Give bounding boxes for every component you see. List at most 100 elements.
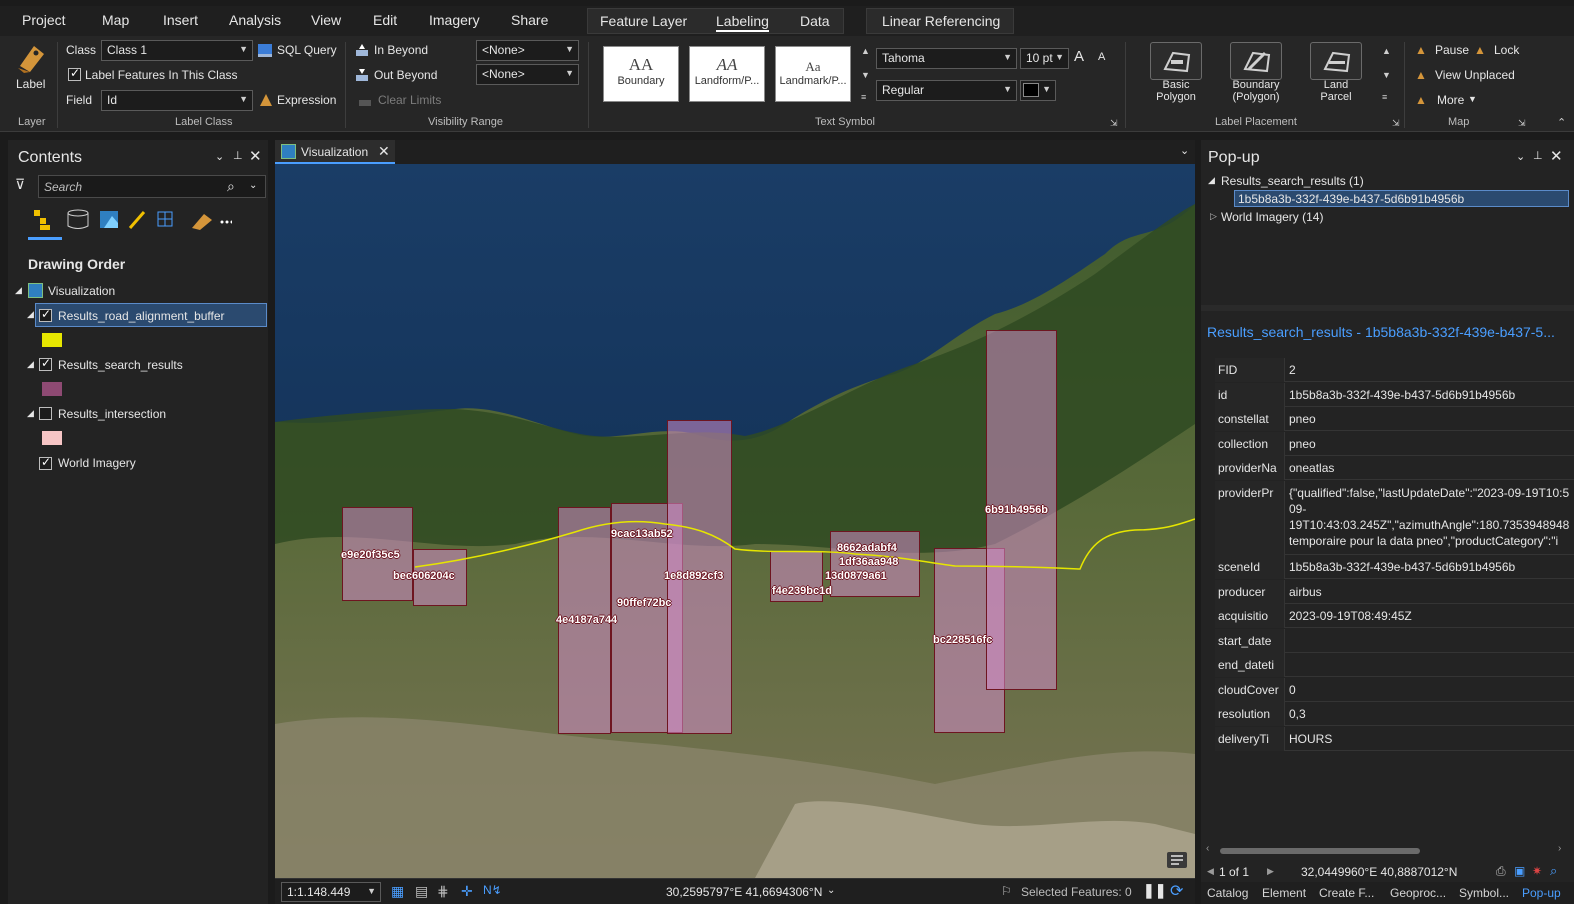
collapse-ribbon-icon[interactable]: ⌃ [1557, 116, 1566, 129]
label-features-checkbox[interactable] [68, 66, 81, 81]
collapse-icon[interactable]: ◢ [27, 408, 34, 419]
tab-imagery[interactable]: Imagery [429, 12, 480, 28]
layer-visibility-checkbox[interactable] [39, 356, 52, 371]
north-arrow-icon[interactable]: N↯ [483, 883, 502, 897]
tab-symbology[interactable]: Symbol... [1459, 886, 1509, 900]
tab-insert[interactable]: Insert [163, 12, 198, 28]
tab-data[interactable]: Data [800, 13, 830, 29]
out-beyond-button[interactable]: Out Beyond [374, 68, 437, 82]
tab-catalog[interactable]: Catalog [1207, 886, 1248, 900]
filter-icon[interactable]: ⊽ [15, 176, 25, 193]
layer-visibility-checkbox[interactable] [39, 407, 52, 420]
font-size-dropdown[interactable]: 10 pt ▼ [1020, 48, 1069, 69]
sql-query-button[interactable]: SQL Query [277, 43, 337, 57]
layer-name[interactable]: World Imagery [58, 456, 136, 470]
placement-up-icon[interactable]: ▲ [1382, 46, 1391, 56]
search-input[interactable]: Search ⌕ ⌄ [38, 175, 266, 198]
tab-element[interactable]: Element [1262, 886, 1306, 900]
popup-feature-row[interactable]: 1b5b8a3b-332f-439e-b437-5d6b91b4956b [1234, 190, 1569, 207]
popup-group-label[interactable]: World Imagery (14) [1221, 210, 1323, 224]
refresh-icon[interactable]: ⟳ [1170, 881, 1183, 901]
gallery-down-icon[interactable]: ▼ [861, 70, 870, 80]
layer-visibility-checkbox[interactable] [39, 455, 52, 470]
next-icon[interactable]: ▶ [1267, 866, 1274, 877]
more-button[interactable]: More [1437, 93, 1464, 107]
label-button[interactable]: Label [16, 77, 45, 91]
export-icon[interactable]: ▣ [1514, 864, 1525, 878]
layer-name[interactable]: Results_intersection [58, 407, 166, 421]
collapse-icon[interactable]: ◢ [1208, 175, 1215, 186]
collapse-icon[interactable]: ◢ [27, 309, 34, 320]
pause-drawing-icon[interactable]: ❚❚ [1143, 882, 1166, 899]
tab-create-features[interactable]: Create F... [1319, 886, 1374, 900]
field-dropdown[interactable]: Id ▼ [101, 90, 253, 111]
placement-expand-icon[interactable]: ≡ [1382, 92, 1387, 102]
close-icon[interactable]: ✕ [378, 143, 390, 160]
clear-limits-button[interactable]: Clear Limits [378, 93, 441, 107]
class-dropdown[interactable]: Class 1 ▼ [101, 40, 253, 61]
popup-group-label[interactable]: Results_search_results (1) [1221, 174, 1364, 188]
layer-visibility-checkbox[interactable] [39, 307, 52, 322]
expression-button[interactable]: Expression [277, 93, 336, 107]
tab-map[interactable]: Map [102, 12, 129, 28]
close-icon[interactable]: ✕ [249, 147, 262, 165]
splitter[interactable] [1201, 305, 1574, 311]
label-tag-icon[interactable] [14, 42, 48, 74]
out-beyond-dropdown[interactable]: <None> ▼ [476, 64, 579, 85]
placement-down-icon[interactable]: ▼ [1382, 70, 1391, 80]
crosshair-icon[interactable]: ✛ [461, 883, 473, 900]
chevron-down-icon[interactable]: ⌄ [215, 150, 224, 163]
lock-button[interactable]: Lock [1494, 43, 1519, 57]
map-canvas[interactable]: e9e20f35c5 bec606204c 9cac13ab52 1e8d892… [275, 164, 1195, 878]
view-unplaced-button[interactable]: View Unplaced [1435, 68, 1515, 82]
scrollbar-thumb[interactable] [1220, 848, 1420, 854]
map-tab[interactable]: Visualization ✕ [275, 140, 395, 164]
chevron-down-icon[interactable]: ⌄ [827, 885, 835, 896]
expand-icon[interactable]: ▷ [1210, 211, 1217, 222]
font-style-dropdown[interactable]: Regular ▼ [876, 80, 1017, 101]
gallery-up-icon[interactable]: ▲ [861, 46, 870, 56]
snapping-icon[interactable]: ⋕ [437, 883, 449, 900]
table-icon[interactable]: ▤ [415, 883, 428, 900]
collapse-icon[interactable]: ◢ [27, 359, 34, 370]
dialog-launcher-icon[interactable]: ⇲ [1110, 118, 1118, 129]
scale-dropdown[interactable]: 1:1.148.449 ▼ [281, 882, 381, 902]
previous-icon[interactable]: ◀ [1207, 866, 1214, 877]
chevron-down-icon[interactable]: ⌄ [1180, 144, 1189, 157]
tab-labeling[interactable]: Labeling [716, 13, 769, 32]
shrink-font-button[interactable]: A [1098, 51, 1105, 63]
tab-feature-layer[interactable]: Feature Layer [600, 13, 687, 29]
tab-analysis[interactable]: Analysis [229, 12, 281, 28]
pin-icon[interactable]: ⊥ [1533, 149, 1543, 162]
horizontal-scrollbar[interactable]: ‹ › [1206, 843, 1571, 856]
map-name[interactable]: Visualization [48, 284, 115, 298]
in-beyond-dropdown[interactable]: <None> ▼ [476, 40, 579, 61]
pin-icon[interactable]: ⊥ [233, 149, 243, 162]
layer-name[interactable]: Results_search_results [58, 358, 183, 372]
print-icon[interactable]: ⎙ [1496, 864, 1506, 879]
scroll-right-icon[interactable]: › [1558, 843, 1561, 854]
tab-project[interactable]: Project [22, 12, 66, 28]
basic-polygon-placement[interactable] [1150, 42, 1202, 80]
in-beyond-button[interactable]: In Beyond [374, 43, 428, 57]
scroll-left-icon[interactable]: ‹ [1206, 843, 1209, 854]
layer-name[interactable]: Results_road_alignment_buffer [58, 309, 225, 323]
zoom-to-icon[interactable]: ⌕ [1550, 863, 1557, 879]
grow-font-button[interactable]: A [1074, 48, 1084, 65]
chevron-down-icon[interactable]: ⌄ [249, 180, 257, 191]
font-dropdown[interactable]: Tahoma ▼ [876, 48, 1017, 69]
grid-icon[interactable]: ▦ [391, 883, 404, 900]
pause-button[interactable]: Pause [1435, 43, 1469, 57]
tab-view[interactable]: View [311, 12, 341, 28]
font-color-dropdown[interactable]: ▼ [1020, 80, 1056, 101]
gallery-expand-icon[interactable]: ≡ [861, 92, 866, 102]
tab-share[interactable]: Share [511, 12, 548, 28]
flash-icon[interactable]: ✷ [1532, 864, 1542, 878]
dialog-launcher-icon[interactable]: ⇲ [1518, 118, 1526, 129]
tab-popup[interactable]: Pop-up [1522, 886, 1561, 900]
boundary-polygon-placement[interactable] [1230, 42, 1282, 80]
map-notes-icon[interactable] [1167, 852, 1187, 868]
tab-edit[interactable]: Edit [373, 12, 397, 28]
land-parcel-placement[interactable] [1310, 42, 1362, 80]
text-symbol-boundary[interactable]: AA Boundary [603, 46, 679, 102]
